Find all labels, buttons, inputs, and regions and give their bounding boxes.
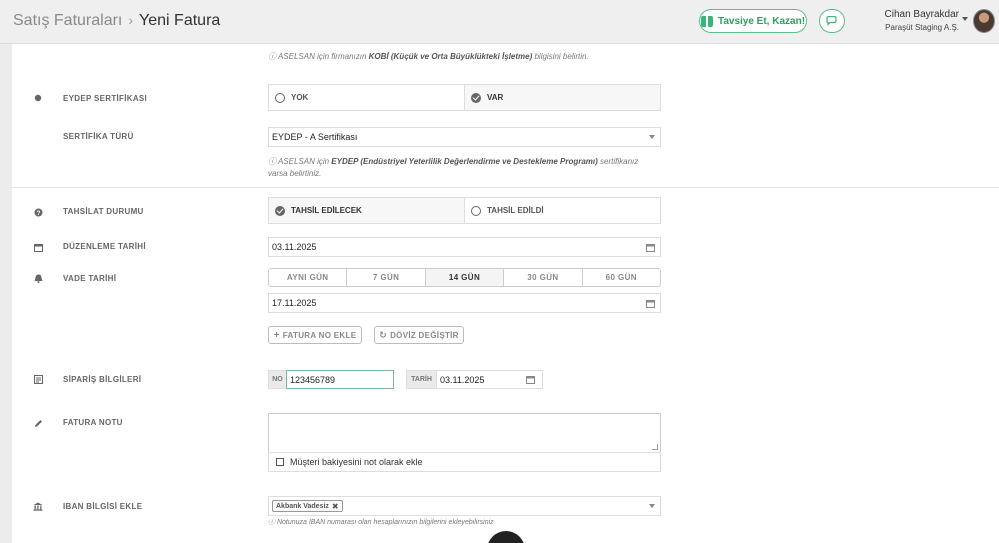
radio-icon [471,205,481,216]
exchange-icon: ↻ [379,329,388,340]
collection-option-collected[interactable]: TAHSİL EDİLDİ [464,198,660,223]
order-info-label: SİPARİŞ BİLGİLERİ [63,375,142,384]
due-term-segmented-control: AYNI GÜN 7 GÜN 14 GÜN 30 GÜN 60 GÜN [268,268,661,287]
calendar-icon [526,376,535,384]
due-term-30-days[interactable]: 30 GÜN [503,269,581,286]
radio-checked-icon [471,92,481,103]
svg-text:?: ? [36,210,40,217]
due-date-label: VADE TARİHİ [63,274,117,283]
invite-label: Tavsiye Et, Kazan! [717,15,806,27]
top-bar: Satış Faturaları › Yeni Fatura Tavsiye Et,… [0,0,999,44]
due-term-7-days[interactable]: 7 GÜN [346,269,424,286]
info-icon: ⓘ [268,52,276,61]
company-name: Paraşüt Staging A.Ş. [885,23,959,32]
dot-icon [33,93,43,103]
info-icon: ⓘ [268,519,275,526]
info-icon: ⓘ [268,157,276,166]
calendar-icon [646,300,655,308]
avatar[interactable] [973,9,995,33]
order-no-input[interactable]: 123456789 [286,370,394,389]
section-divider [12,187,999,188]
eydep-label: EYDEP SERTİFİKASI [63,94,148,103]
breadcrumb: Satış Faturaları › Yeni Fatura [13,12,220,30]
eydep-option-yok[interactable]: YOK [269,85,464,110]
list-icon [33,374,43,384]
due-date-input[interactable]: 17.11.2025 [268,293,661,313]
chat-icon [826,16,837,26]
resize-handle[interactable] [652,444,658,450]
radio-checked-icon [275,205,285,216]
breadcrumb-parent[interactable]: Satış Faturaları [13,12,122,29]
order-no-prefix: NO [268,370,287,389]
breadcrumb-separator: › [128,12,134,28]
pencil-icon [33,418,43,428]
cert-type-select[interactable]: EYDEP - A Sertifikası [268,127,661,147]
bell-icon [33,273,43,283]
plus-icon: + [273,329,280,341]
due-term-same-day[interactable]: AYNI GÜN [269,269,346,286]
gift-icon [700,15,713,27]
calendar-icon [646,244,655,252]
collection-radio-group: TAHSİL EDİLECEK TAHSİL EDİLDİ [268,197,661,224]
due-term-14-days[interactable]: 14 GÜN [424,269,504,286]
due-term-60-days[interactable]: 60 GÜN [581,269,660,286]
chevron-down-icon [649,504,655,508]
invoice-note-textarea[interactable] [268,413,661,453]
cert-type-label: SERTİFİKA TÜRÜ [63,132,134,141]
issue-date-input[interactable]: 03.11.2025 [268,237,661,257]
order-date-prefix: TARİH [406,370,437,389]
eydep-option-var[interactable]: VAR [464,85,660,110]
user-name: Cihan Bayrakdar [884,9,959,20]
collection-label: TAHSİLAT DURUMU [63,207,144,216]
page-title: Yeni Fatura [139,12,221,29]
chat-button[interactable] [819,9,845,33]
bank-icon [33,501,43,511]
checkbox[interactable] [276,458,284,466]
iban-tag: Akbank Vadesiz ✖ [272,500,343,512]
kobi-help-text: ⓘ ASELSAN için firmanızın KOBİ (Küçük ve… [268,52,589,61]
invite-button[interactable]: Tavsiye Et, Kazan! [699,9,807,33]
chevron-down-icon [649,135,655,139]
calendar-icon [33,242,43,252]
chevron-down-icon[interactable] [962,17,968,21]
radio-icon [275,92,285,103]
issue-date-label: DÜZENLEME TARİHİ [63,242,146,251]
add-invoice-no-button[interactable]: + FATURA NO EKLE [268,326,362,344]
iban-help-text: ⓘ Notunuza IBAN numarası olan hesapların… [268,519,494,526]
question-icon: ? [33,207,43,217]
collection-option-pending[interactable]: TAHSİL EDİLECEK [269,198,464,223]
invoice-note-label: FATURA NOTU [63,418,123,427]
cert-type-help-text: ⓘ ASELSAN için EYDEP (Endüstriyel Yeterl… [268,157,639,179]
order-date-input[interactable]: 03.11.2025 [436,370,543,389]
close-icon[interactable]: ✖ [332,502,339,511]
eydep-radio-group: YOK VAR [268,84,661,111]
change-currency-button[interactable]: ↻ DÖVİZ DEĞİŞTİR [374,326,464,344]
iban-label: IBAN BİLGİSİ EKLE [63,502,143,511]
user-menu[interactable]: Cihan Bayrakdar Paraşüt Staging A.Ş. [885,9,959,32]
customer-balance-checkbox-row[interactable]: Müşteri bakiyesini not olarak ekle [268,452,661,472]
